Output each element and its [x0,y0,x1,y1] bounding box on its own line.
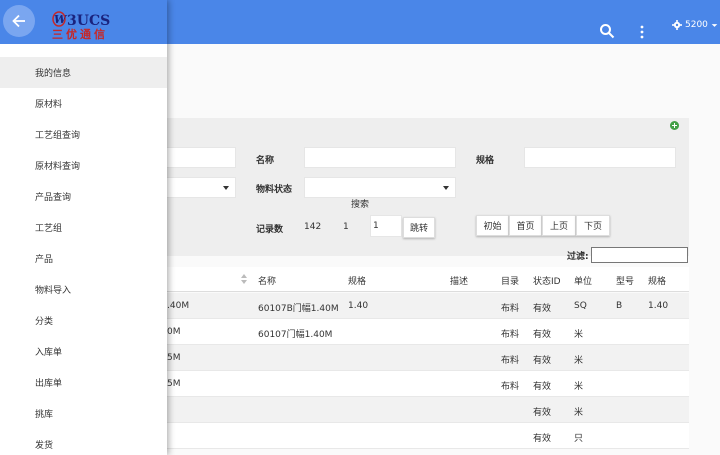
nav-item-label: 挑库 [35,410,54,420]
user-label: 5200 [685,20,708,30]
spec-field[interactable] [524,147,676,168]
svg-text:三优通信: 三优通信 [52,27,108,40]
col-header-desc[interactable]: 描述 [450,274,468,287]
cell-catalog: 布料 [501,304,520,314]
cell-status: 有效 [533,382,552,392]
nav-item-process-group-query[interactable]: 工艺组查询 [0,119,167,150]
cell-status: 有效 [533,434,552,444]
gear-icon [672,20,682,30]
cell-status: 有效 [533,408,552,418]
name-label: 名称 [256,156,275,166]
nav-item-material-import[interactable]: 物料导入 [0,274,167,305]
svg-text:3UCS: 3UCS [67,13,110,29]
col-header-unit[interactable]: 单位 [574,274,592,287]
record-count-value: 142 [304,222,322,232]
nav-drawer: W 3UCS 三优通信 我的信息 原材料 工艺组查询 原材料查询 产品查询 工艺… [0,0,167,455]
cell-code: 5M [167,379,181,389]
chevron-down-icon [223,186,229,190]
prev-button[interactable]: 上页 [542,215,576,236]
nav-item-label: 工艺组查询 [35,131,81,141]
col-header-model[interactable]: 型号 [616,274,634,287]
nav-item-product-query[interactable]: 产品查询 [0,181,167,212]
sort-icon[interactable] [241,274,247,284]
caret-down-icon [711,23,718,27]
jump-button[interactable]: 跳转 [403,217,435,238]
spec-label: 规格 [476,156,495,166]
cell-code: 5M [167,353,181,363]
chevron-down-icon [443,186,449,190]
nav-item-label: 原材料 [35,100,63,110]
cell-status: 有效 [533,356,552,366]
cell-name: 60107B门幅1.40M [258,304,339,314]
cell-catalog: 布料 [501,356,520,366]
nav-item-product[interactable]: 产品 [0,243,167,274]
cell-code: 0M [167,327,181,337]
nav-item-stock-out[interactable]: 出库单 [0,367,167,398]
cell-status: 有效 [533,304,552,314]
col-header-spec2[interactable]: 规格 [648,274,666,287]
nav-item-stock-in[interactable]: 入库单 [0,336,167,367]
cell-unit: 只 [574,434,584,444]
col-header-status-id[interactable]: 状态ID [533,274,561,287]
add-icon[interactable] [670,121,679,130]
col-header-catalog[interactable]: 目录 [501,274,519,287]
next-button[interactable]: 下页 [576,215,610,236]
status-label: 物料状态 [256,185,293,195]
nav-item-label: 产品 [35,255,54,265]
back-button[interactable] [3,5,35,37]
cell-model: B [616,301,623,311]
cell-catalog: 布料 [501,382,520,392]
first-button[interactable]: 初始 [476,215,509,236]
cell-unit: 米 [574,356,584,366]
nav-item-label: 入库单 [35,348,63,358]
home-button[interactable]: 首页 [509,215,542,236]
filter-input[interactable] [591,247,688,263]
cell-name: 60107门幅1.40M [258,330,333,340]
more-vert-icon[interactable] [637,25,647,39]
nav-item-label: 发货 [35,441,54,451]
svg-text:W: W [54,13,68,26]
nav-item-my-info[interactable]: 我的信息 [0,57,167,88]
arrow-back-icon [12,14,25,28]
col-header-spec[interactable]: 规格 [348,274,366,287]
cell-unit: 米 [574,330,584,340]
user-menu[interactable]: 5200 [672,20,718,30]
filter-label: 过滤: [567,252,589,262]
nav-item-label: 出库单 [35,379,63,389]
col-header-name[interactable]: 名称 [258,274,276,287]
nav-item-category[interactable]: 分类 [0,305,167,336]
status-select[interactable] [304,177,456,198]
page-current: 1 [343,222,349,232]
nav-item-label: 工艺组 [35,224,63,234]
drawer-header: W 3UCS 三优通信 [0,0,167,44]
cell-spec: 1.40 [348,301,369,311]
nav-item-label: 我的信息 [35,69,72,79]
name-field[interactable] [304,147,456,168]
category-select[interactable] [164,177,236,198]
nav-item-label: 分类 [35,317,54,327]
search-panel-title: 搜索 [351,200,370,210]
nav-item-label: 产品查询 [35,193,72,203]
page-input-value: 1 [373,221,379,231]
cell-code: .40M [167,301,190,311]
nav-item-label: 物料导入 [35,286,72,296]
cell-unit: 米 [574,408,584,418]
cell-spec2: 1.40 [648,301,669,311]
nav-item-picking[interactable]: 挑库 [0,398,167,429]
nav-item-shipping[interactable]: 发货 [0,429,167,455]
record-count-label: 记录数 [256,225,284,235]
nav-item-raw-material-query[interactable]: 原材料查询 [0,150,167,181]
page-input[interactable]: 1 [370,215,402,237]
nav-item-label: 原材料查询 [35,162,81,172]
cell-status: 有效 [533,330,552,340]
company-logo: W 3UCS 三优通信 [52,11,110,40]
cell-unit: 米 [574,382,584,392]
nav-item-raw-material[interactable]: 原材料 [0,88,167,119]
code-field[interactable] [164,147,236,168]
search-icon[interactable] [599,23,615,39]
nav-item-process-group[interactable]: 工艺组 [0,212,167,243]
cell-catalog: 布料 [501,330,520,340]
cell-unit: SQ [574,301,587,311]
